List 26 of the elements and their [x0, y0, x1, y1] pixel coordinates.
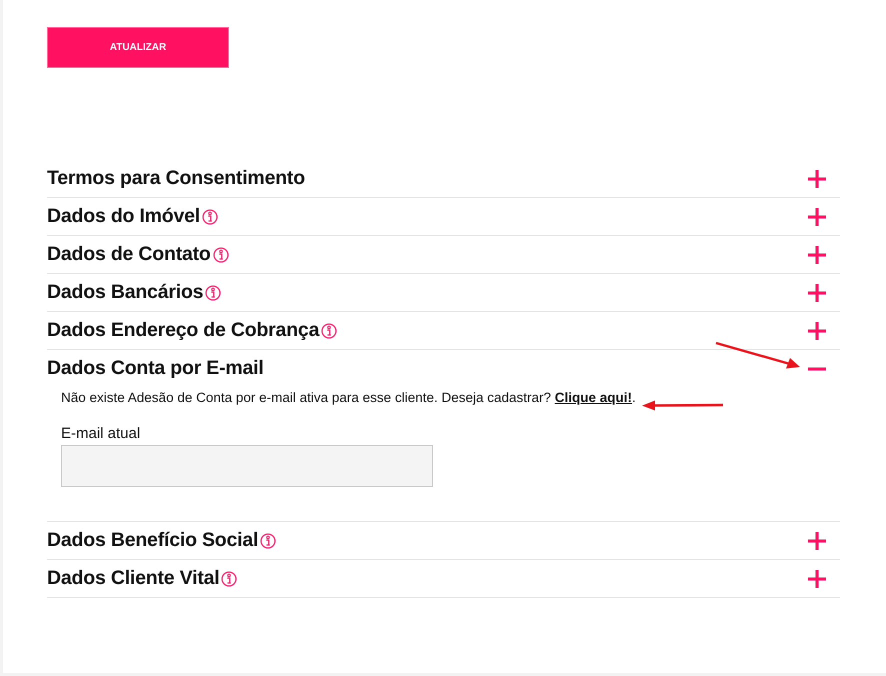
plus-icon[interactable]	[808, 570, 826, 588]
info-icon[interactable]	[221, 571, 238, 587]
field-label: E-mail atual	[61, 425, 140, 443]
info-icon[interactable]	[202, 209, 218, 225]
section-title[interactable]: Dados Cliente Vital	[47, 567, 220, 590]
section-title[interactable]: Dados Conta por E-mail	[47, 357, 264, 380]
info-icon[interactable]	[260, 533, 276, 549]
plus-icon[interactable]	[808, 322, 826, 340]
info-message: Não existe Adesão de Conta por e-mail ativa para esse cliente. Deseja cadastrar? Clique aqui!.	[61, 389, 636, 407]
section-title[interactable]: Dados do Imóvel	[47, 205, 200, 228]
plus-icon[interactable]	[808, 532, 826, 550]
info-icon[interactable]	[205, 285, 222, 301]
section-title[interactable]: Dados Bancários	[47, 281, 204, 304]
info-icon[interactable]	[321, 323, 338, 339]
plus-icon[interactable]	[808, 246, 826, 264]
section-title[interactable]: Dados Benefício Social	[47, 529, 258, 552]
plus-icon[interactable]	[808, 170, 826, 188]
plus-icon[interactable]	[808, 284, 826, 302]
section-title[interactable]: Dados de Contato	[47, 243, 211, 266]
section-title[interactable]: Termos para Consentimento	[47, 167, 305, 190]
info-icon[interactable]	[212, 247, 229, 263]
plus-icon[interactable]	[808, 208, 826, 226]
section-title[interactable]: Dados Endereço de Cobrança	[47, 319, 320, 342]
register-link[interactable]: Clique aqui!	[554, 390, 632, 405]
email-input-field[interactable]	[61, 445, 433, 487]
update-button[interactable]: ATUALIZAR	[47, 27, 229, 68]
